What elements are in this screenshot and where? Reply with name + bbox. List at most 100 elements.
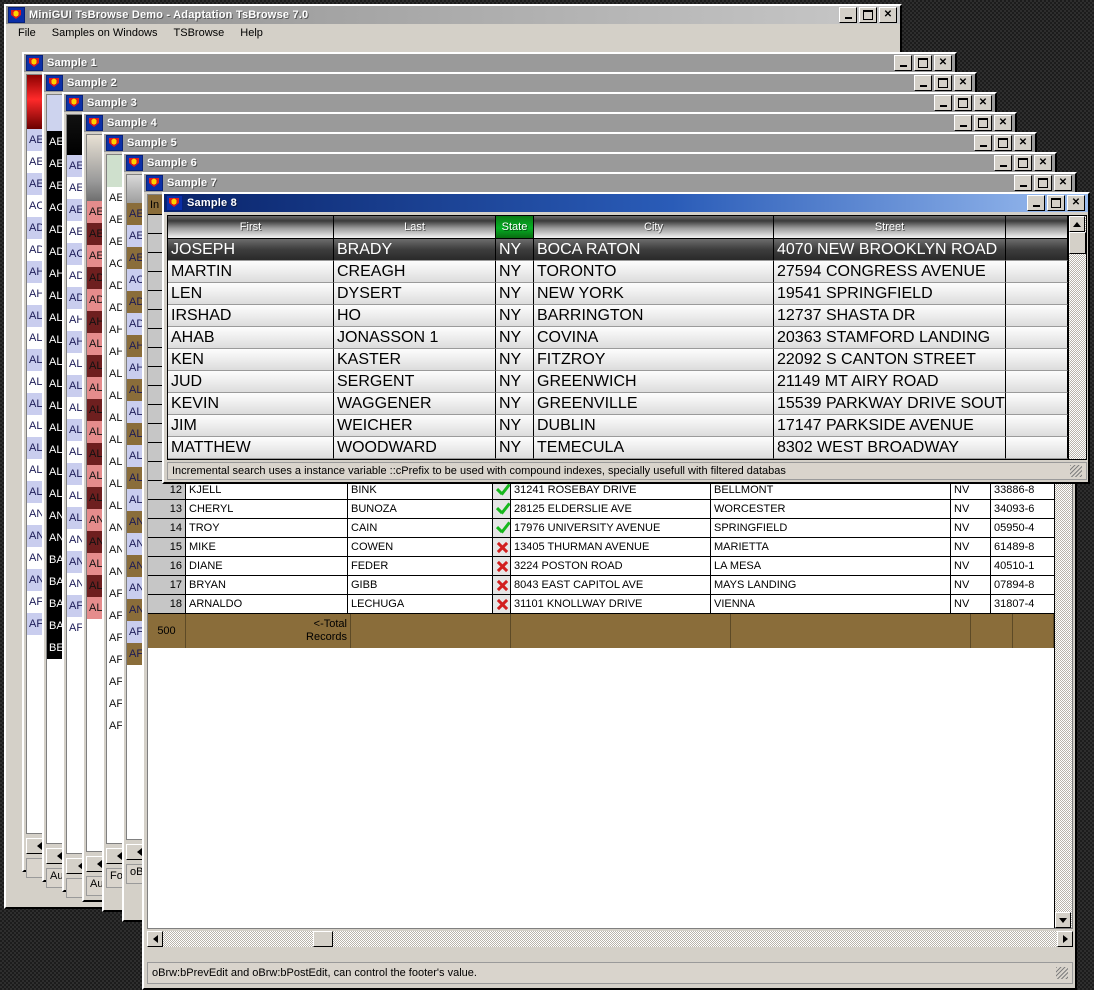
maximize-button[interactable] [859,7,877,23]
cell-city[interactable]: SPRINGFIELD [711,519,951,538]
sample-5-titlebar[interactable]: Sample 5 ✕ [104,134,1035,152]
cell-zip[interactable]: 05950-4 [991,519,1054,538]
cell-last[interactable]: COWEN [348,538,493,557]
cell-street[interactable]: 20363 STAMFORD LANDING [774,327,1006,349]
cell-last[interactable]: BRADY [334,239,496,261]
cell-state[interactable]: NV [951,576,991,595]
cell-zip[interactable]: 40510-1 [991,557,1054,576]
cell-first[interactable]: IRSHAD [168,305,334,327]
cell-blank[interactable] [1006,261,1068,283]
cell-zip[interactable]: 34093-6 [991,500,1054,519]
cell-first[interactable]: ARNALDO [186,595,348,614]
cell-first[interactable]: KEVIN [168,393,334,415]
cell-street[interactable]: 17976 UNIVERSITY AVENUE [511,519,711,538]
cell-first[interactable]: JOSEPH [168,239,334,261]
cell-first[interactable]: JIM [168,415,334,437]
cell-street[interactable]: 21149 MT AIRY ROAD [774,371,1006,393]
cell-city[interactable]: LA MESA [711,557,951,576]
close-button[interactable]: ✕ [879,7,897,23]
main-menubar[interactable]: File Samples on Windows TSBrowse Help [6,24,900,41]
maximize-button[interactable] [934,75,952,91]
cell-flag[interactable] [493,576,511,595]
minimize-button[interactable] [1014,175,1032,191]
cell-street[interactable]: 27594 CONGRESS AVENUE [774,261,1006,283]
cell-city[interactable]: GREENWICH [534,371,774,393]
cell-flag[interactable] [493,557,511,576]
cell-street[interactable]: 8043 EAST CAPITOL AVE [511,576,711,595]
minimize-button[interactable] [934,95,952,111]
cell-first[interactable]: MARTIN [168,261,334,283]
cell-blank[interactable] [1006,393,1068,415]
cell-state[interactable]: NY [496,327,534,349]
close-button[interactable]: ✕ [1067,195,1085,211]
table-row[interactable]: 17BRYANGIBB8043 EAST CAPITOL AVEMAYS LAN… [148,576,1054,595]
minimize-button[interactable] [994,155,1012,171]
cell-last[interactable]: KASTER [334,349,496,371]
cell-city[interactable]: FITZROY [534,349,774,371]
cell-record-number[interactable]: 18 [148,595,186,614]
cell-city[interactable]: TORONTO [534,261,774,283]
close-button[interactable]: ✕ [934,55,952,71]
cell-last[interactable]: LECHUGA [348,595,493,614]
cell-first[interactable]: MATTHEW [168,437,334,459]
column-header-state[interactable]: State [496,216,534,239]
cell-last[interactable]: CREAGH [334,261,496,283]
scroll-down-button[interactable] [1055,912,1071,928]
sample-1-controls[interactable]: ✕ [894,55,953,71]
cell-first[interactable]: TROY [186,519,348,538]
cell-state[interactable]: NY [496,349,534,371]
sample-6-titlebar[interactable]: Sample 6 ✕ [124,154,1055,172]
cell-city[interactable]: BARRINGTON [534,305,774,327]
close-button[interactable]: ✕ [1054,175,1072,191]
cell-state[interactable]: NY [496,305,534,327]
table-row[interactable]: JUDSERGENTNYGREENWICH21149 MT AIRY ROAD [168,371,1068,393]
close-button[interactable]: ✕ [1034,155,1052,171]
cell-state[interactable]: NY [496,371,534,393]
column-header-last[interactable]: Last [334,216,496,239]
cell-street[interactable]: 4070 NEW BROOKLYN ROAD [774,239,1006,261]
main-window-controls[interactable]: ✕ [839,7,898,23]
cell-record-number[interactable]: 17 [148,576,186,595]
cell-state[interactable]: NY [496,283,534,305]
minimize-button[interactable] [839,7,857,23]
cell-last[interactable]: CAIN [348,519,493,538]
maximize-button[interactable] [1034,175,1052,191]
cell-first[interactable]: KEN [168,349,334,371]
table-row[interactable]: AHABJONASSON 1NYCOVINA20363 STAMFORD LAN… [168,327,1068,349]
table-row[interactable]: 16DIANEFEDER3224 POSTON ROADLA MESANV405… [148,557,1054,576]
minimize-button[interactable] [914,75,932,91]
cell-flag[interactable] [493,500,511,519]
cell-last[interactable]: WAGGENER [334,393,496,415]
cell-state[interactable]: NY [496,261,534,283]
sample-8-grid[interactable]: First Last State City Street JOSEPHBRADY… [167,215,1087,460]
table-row[interactable]: JIMWEICHERNYDUBLIN17147 PARKSIDE AVENUE [168,415,1068,437]
minimize-button[interactable] [974,135,992,151]
close-button[interactable]: ✕ [1014,135,1032,151]
cell-state[interactable]: NV [951,519,991,538]
cell-blank[interactable] [1006,349,1068,371]
cell-street[interactable]: 15539 PARKWAY DRIVE SOUTH [774,393,1006,415]
sample-5-controls[interactable]: ✕ [974,135,1033,151]
sample-6-controls[interactable]: ✕ [994,155,1053,171]
cell-first[interactable]: DIANE [186,557,348,576]
menu-file[interactable]: File [10,26,44,40]
sample-4-titlebar[interactable]: Sample 4 ✕ [84,114,1015,132]
main-window-titlebar[interactable]: MiniGUI TsBrowse Demo - Adaptation TsBro… [6,6,900,24]
table-row[interactable]: 15MIKECOWEN13405 THURMAN AVENUEMARIETTAN… [148,538,1054,557]
cell-record-number[interactable]: 13 [148,500,186,519]
close-button[interactable]: ✕ [974,95,992,111]
scroll-up-button[interactable] [1069,216,1085,232]
cell-last[interactable]: SERGENT [334,371,496,393]
table-row[interactable]: IRSHADHONYBARRINGTON12737 SHASTA DR [168,305,1068,327]
cell-street[interactable]: 22092 S CANTON STREET [774,349,1006,371]
table-row[interactable]: KEVINWAGGENERNYGREENVILLE15539 PARKWAY D… [168,393,1068,415]
cell-flag[interactable] [493,519,511,538]
minimize-button[interactable] [894,55,912,71]
cell-first[interactable]: MIKE [186,538,348,557]
sample-3-titlebar[interactable]: Sample 3 ✕ [64,94,995,112]
sample-8-rows[interactable]: JOSEPHBRADYNYBOCA RATON4070 NEW BROOKLYN… [168,239,1068,459]
cell-street[interactable]: 12737 SHASTA DR [774,305,1006,327]
sample-8-grid-body[interactable]: First Last State City Street JOSEPHBRADY… [168,216,1068,459]
cell-state[interactable]: NY [496,393,534,415]
cell-street[interactable]: 13405 THURMAN AVENUE [511,538,711,557]
